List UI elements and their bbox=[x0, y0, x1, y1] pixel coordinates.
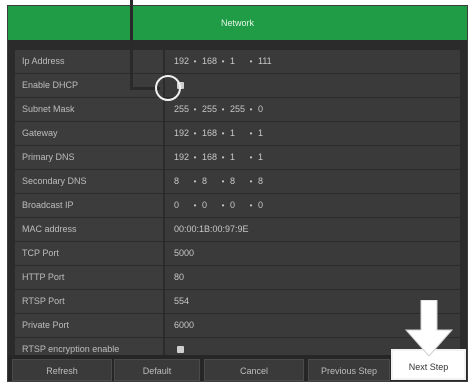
secondary-dns-octet-3[interactable]: 8 bbox=[230, 170, 244, 193]
ip-dot: • bbox=[193, 201, 197, 210]
ip-octet-2[interactable]: 168 bbox=[202, 50, 217, 73]
annotation-pointer-line bbox=[130, 0, 133, 90]
http-port-label: HTTP Port bbox=[15, 266, 163, 289]
row-secondary-dns: Secondary DNS 8 • 8 • 8 • 8 bbox=[15, 170, 460, 194]
row-gateway: Gateway 192 • 168 • 1 • 1 bbox=[15, 122, 460, 146]
ip-dot: • bbox=[249, 129, 253, 138]
primary-dns-octet-4[interactable]: 1 bbox=[258, 146, 272, 169]
tcp-port-label: TCP Port bbox=[15, 242, 163, 265]
annotation-circle bbox=[155, 75, 181, 101]
refresh-button[interactable]: Refresh bbox=[12, 359, 112, 381]
ip-dot: • bbox=[221, 177, 225, 186]
gateway-label: Gateway bbox=[15, 122, 163, 145]
enable-dhcp-label: Enable DHCP bbox=[15, 74, 163, 97]
http-port-input[interactable]: 80 bbox=[165, 266, 460, 289]
row-mac-address: MAC address 00:00:1B:00:97:9E bbox=[15, 218, 460, 242]
subnet-octet-4[interactable]: 0 bbox=[258, 98, 272, 121]
row-primary-dns: Primary DNS 192 • 168 • 1 • 1 bbox=[15, 146, 460, 170]
ip-dot: • bbox=[221, 153, 225, 162]
secondary-dns-octet-4[interactable]: 8 bbox=[258, 170, 272, 193]
ip-dot: • bbox=[221, 129, 225, 138]
broadcast-octet-3[interactable]: 0 bbox=[230, 194, 244, 217]
secondary-dns-label: Secondary DNS bbox=[15, 170, 163, 193]
primary-dns-octet-3[interactable]: 1 bbox=[230, 146, 244, 169]
row-subnet-mask: Subnet Mask 255 • 255 • 255 • 0 bbox=[15, 98, 460, 122]
ip-octet-4[interactable]: 111 bbox=[258, 50, 272, 73]
primary-dns-octet-1[interactable]: 192 bbox=[174, 146, 189, 169]
broadcast-octet-1[interactable]: 0 bbox=[174, 194, 188, 217]
row-broadcast-ip: Broadcast IP 0 • 0 • 0 • 0 bbox=[15, 194, 460, 218]
ip-octet-1[interactable]: 192 bbox=[174, 50, 189, 73]
ip-dot: • bbox=[193, 129, 197, 138]
rtsp-encryption-checkbox[interactable] bbox=[177, 346, 184, 353]
ip-dot: • bbox=[193, 57, 197, 66]
gateway-octet-1[interactable]: 192 bbox=[174, 122, 189, 145]
row-private-port: Private Port 6000 bbox=[15, 314, 460, 338]
secondary-dns-octet-1[interactable]: 8 bbox=[174, 170, 188, 193]
enable-dhcp-cell bbox=[165, 74, 460, 97]
ip-dot: • bbox=[221, 105, 225, 114]
primary-dns-input[interactable]: 192 • 168 • 1 • 1 bbox=[165, 146, 460, 169]
network-form: Ip Address 192 • 168 • 1 • 111 Enable DHCP … bbox=[15, 50, 460, 362]
ip-dot: • bbox=[249, 105, 253, 114]
secondary-dns-input[interactable]: 8 • 8 • 8 • 8 bbox=[165, 170, 460, 193]
gateway-octet-2[interactable]: 168 bbox=[202, 122, 217, 145]
row-ip-address: Ip Address 192 • 168 • 1 • 111 bbox=[15, 50, 460, 74]
ip-dot: • bbox=[193, 153, 197, 162]
gateway-octet-3[interactable]: 1 bbox=[230, 122, 244, 145]
ip-dot: • bbox=[249, 57, 253, 66]
ip-dot: • bbox=[249, 153, 253, 162]
row-rtsp-port: RTSP Port 554 bbox=[15, 290, 460, 314]
primary-dns-label: Primary DNS bbox=[15, 146, 163, 169]
ip-dot: • bbox=[221, 57, 225, 66]
subnet-octet-3[interactable]: 255 bbox=[230, 98, 245, 121]
default-button[interactable]: Default bbox=[114, 359, 200, 381]
ip-dot: • bbox=[249, 177, 253, 186]
subnet-octet-1[interactable]: 255 bbox=[174, 98, 189, 121]
mac-address-label: MAC address bbox=[15, 218, 163, 241]
ip-address-label: Ip Address bbox=[15, 50, 163, 73]
mac-address-value: 00:00:1B:00:97:9E bbox=[165, 218, 460, 241]
subnet-mask-label: Subnet Mask bbox=[15, 98, 163, 121]
broadcast-ip-input[interactable]: 0 • 0 • 0 • 0 bbox=[165, 194, 460, 217]
broadcast-octet-2[interactable]: 0 bbox=[202, 194, 216, 217]
rtsp-port-label: RTSP Port bbox=[15, 290, 163, 313]
cancel-button[interactable]: Cancel bbox=[204, 359, 304, 381]
ip-dot: • bbox=[221, 201, 225, 210]
gateway-octet-4[interactable]: 1 bbox=[258, 122, 272, 145]
gateway-input[interactable]: 192 • 168 • 1 • 1 bbox=[165, 122, 460, 145]
tcp-port-input[interactable]: 5000 bbox=[165, 242, 460, 265]
next-step-button[interactable]: Next Step bbox=[395, 357, 462, 377]
row-tcp-port: TCP Port 5000 bbox=[15, 242, 460, 266]
network-dialog: Network Ip Address 192 • 168 • 1 • 111 Enab… bbox=[7, 5, 468, 382]
row-enable-dhcp: Enable DHCP bbox=[15, 74, 460, 98]
previous-step-button[interactable]: Previous Step bbox=[308, 359, 390, 381]
private-port-label: Private Port bbox=[15, 314, 163, 337]
ip-dot: • bbox=[249, 201, 253, 210]
broadcast-ip-label: Broadcast IP bbox=[15, 194, 163, 217]
broadcast-octet-4[interactable]: 0 bbox=[258, 194, 272, 217]
ip-dot: • bbox=[193, 177, 197, 186]
secondary-dns-octet-2[interactable]: 8 bbox=[202, 170, 216, 193]
subnet-octet-2[interactable]: 255 bbox=[202, 98, 217, 121]
ip-address-input[interactable]: 192 • 168 • 1 • 111 bbox=[165, 50, 460, 73]
down-arrow-icon bbox=[404, 300, 454, 356]
ip-dot: • bbox=[193, 105, 197, 114]
ip-octet-3[interactable]: 1 bbox=[230, 50, 244, 73]
window-title: Network bbox=[8, 6, 467, 40]
subnet-mask-input[interactable]: 255 • 255 • 255 • 0 bbox=[165, 98, 460, 121]
row-http-port: HTTP Port 80 bbox=[15, 266, 460, 290]
primary-dns-octet-2[interactable]: 168 bbox=[202, 146, 217, 169]
